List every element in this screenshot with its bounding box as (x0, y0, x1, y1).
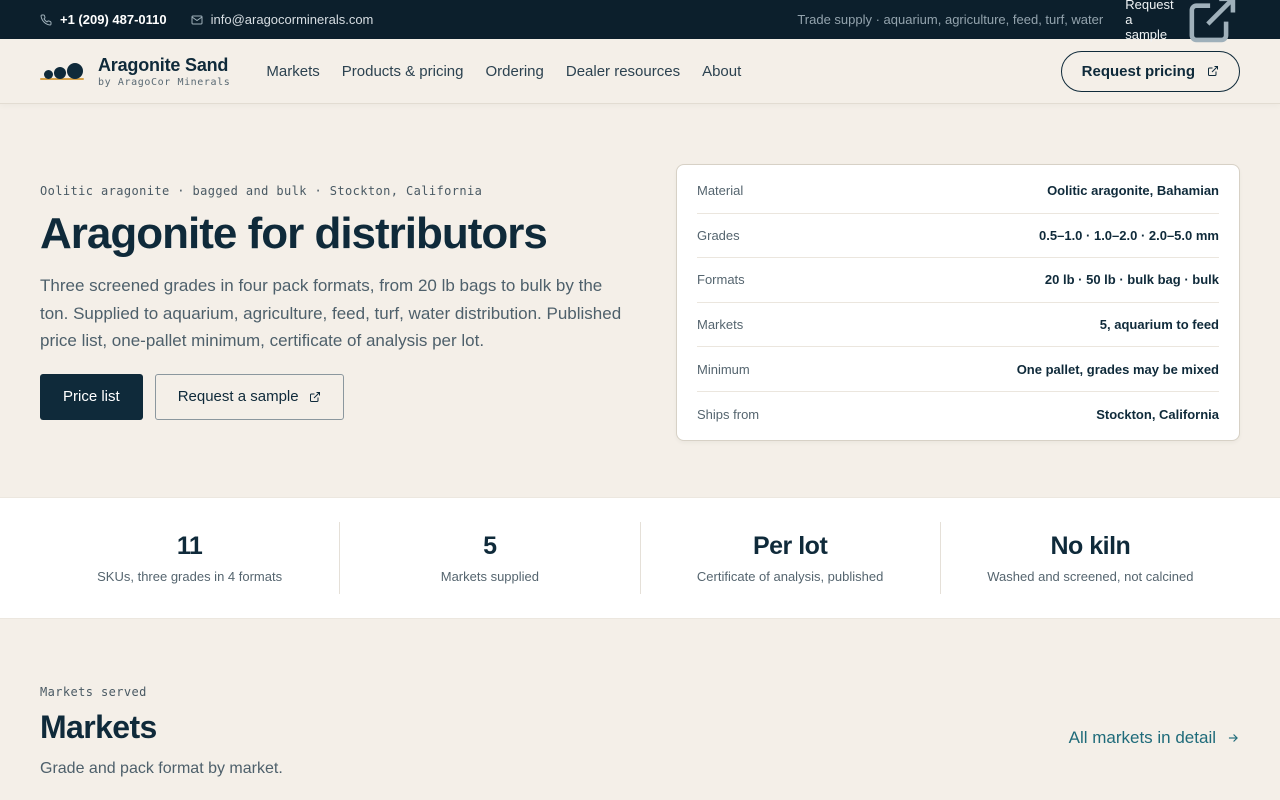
stat-item: Per lot Certificate of analysis, publish… (641, 522, 941, 594)
spec-value: Oolitic aragonite, Bahamian (1047, 183, 1219, 199)
stat-value: 11 (176, 532, 203, 560)
site-header: Aragonite Sand by AragoCor Minerals Mark… (0, 39, 1280, 104)
spec-key: Material (697, 183, 744, 199)
nav-dealer-resources[interactable]: Dealer resources (566, 63, 680, 80)
brand-subtitle: by AragoCor Minerals (98, 76, 231, 88)
spec-row: Ships from Stockton, California (697, 392, 1219, 437)
spec-value: 0.5–1.0 · 1.0–2.0 · 2.0–5.0 mm (1039, 227, 1219, 243)
spec-key: Minimum (697, 361, 750, 377)
brand[interactable]: Aragonite Sand by AragoCor Minerals (40, 55, 230, 88)
spec-key: Formats (697, 272, 745, 288)
spec-row: Formats 20 lb · 50 lb · bulk bag · bulk (697, 258, 1219, 303)
spec-value: 5, aquarium to feed (1099, 317, 1219, 333)
stat-item: 5 Markets supplied (340, 522, 641, 594)
stat-value: 5 (483, 532, 497, 560)
request-sample-button[interactable]: Request a sample (154, 373, 344, 420)
hero-eyebrow: Oolitic aragonite · bagged and bulk · St… (40, 184, 483, 198)
spec-value: Stockton, California (1096, 406, 1219, 422)
topbar-request-sample-label[interactable]: Request a sample (1125, 0, 1175, 42)
trade-tagline: Trade supply · aquarium, agriculture, fe… (797, 12, 1104, 27)
markets-description: Grade and pack format by market. (40, 760, 283, 777)
stat-label: SKUs, three grades in 4 formats (97, 569, 283, 584)
spec-row: Minimum One pallet, grades may be mixed (697, 347, 1219, 392)
request-sample-label: Request a sample (177, 388, 299, 406)
brand-text: Aragonite Sand by AragoCor Minerals (98, 55, 230, 88)
spec-row: Markets 5, aquarium to feed (697, 303, 1219, 348)
nav-products-pricing[interactable]: Products & pricing (342, 63, 464, 80)
stat-label: Certificate of analysis, published (696, 569, 884, 584)
spec-value: One pallet, grades may be mixed (1016, 361, 1219, 377)
stat-value: No kiln (1050, 532, 1131, 560)
spec-card: Material Oolitic aragonite, Bahamian Gra… (676, 164, 1240, 441)
all-markets-link[interactable]: All markets in detail (1069, 728, 1240, 748)
hero-description: Three screened grades in four pack forma… (40, 276, 622, 350)
spec-key: Markets (697, 317, 744, 333)
brand-logo[interactable] (40, 60, 86, 82)
phone-contact[interactable]: +1 (209) 487-0110 (40, 12, 167, 27)
price-list-label: Price list (63, 388, 120, 406)
request-pricing-label: Request pricing (1081, 62, 1195, 80)
brand-name: Aragonite Sand (98, 54, 229, 75)
spec-value: 20 lb · 50 lb · bulk bag · bulk (1044, 272, 1219, 288)
spec-row: Grades 0.5–1.0 · 1.0–2.0 · 2.0–5.0 mm (697, 214, 1219, 259)
hero-actions: Price list Request a sample (40, 373, 640, 420)
request-pricing-button[interactable]: Request pricing (1060, 50, 1240, 92)
nav-about[interactable]: About (702, 63, 741, 80)
external-link-icon (1208, 66, 1218, 76)
email-address[interactable]: info@aragocorminerals.com (211, 12, 374, 27)
markets-section: Markets served Markets Grade and pack fo… (0, 619, 1280, 778)
stat-value: Per lot (752, 532, 828, 560)
all-markets-label[interactable]: All markets in detail (1069, 728, 1216, 748)
page-title: Aragonite for distributors (40, 209, 548, 258)
spec-key: Ships from (697, 406, 760, 422)
stat-item: 11 SKUs, three grades in 4 formats (40, 522, 341, 594)
hero-section: Oolitic aragonite · bagged and bulk · St… (0, 104, 1280, 497)
hero-content: Oolitic aragonite · bagged and bulk · St… (40, 164, 640, 497)
stat-label: Washed and screened, not calcined (987, 569, 1194, 584)
price-list-button[interactable]: Price list (40, 373, 143, 420)
external-link-icon (309, 391, 320, 402)
spec-row: Material Oolitic aragonite, Bahamian (697, 169, 1219, 214)
phone-number[interactable]: +1 (209) 487-0110 (60, 12, 167, 27)
phone-icon (40, 13, 52, 25)
top-bar: +1 (209) 487-0110 info@aragocorminerals.… (0, 0, 1280, 43)
markets-eyebrow: Markets served (40, 685, 147, 699)
stat-label: Markets supplied (440, 569, 540, 584)
stat-item: No kiln Washed and screened, not calcine… (941, 522, 1240, 594)
mail-icon (191, 15, 203, 24)
markets-heading-group: Markets served Markets Grade and pack fo… (40, 685, 283, 778)
markets-title: Markets (40, 709, 157, 745)
spec-key: Grades (697, 227, 740, 243)
topbar-request-sample-link[interactable]: Request a sample (1125, 0, 1240, 47)
arrow-right-icon (1228, 734, 1238, 742)
external-link-icon (1189, 0, 1236, 43)
nav-markets[interactable]: Markets (266, 63, 319, 80)
main-nav: Markets Products & pricing Ordering Deal… (266, 63, 741, 80)
nav-ordering[interactable]: Ordering (486, 63, 544, 80)
email-contact[interactable]: info@aragocorminerals.com (191, 12, 374, 27)
stats-strip: 11 SKUs, three grades in 4 formats 5 Mar… (0, 497, 1280, 619)
